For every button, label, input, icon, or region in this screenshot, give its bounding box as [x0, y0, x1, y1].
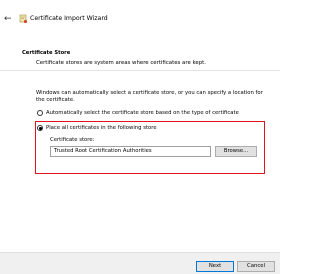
- page-header: Certificate Store Certificate stores are…: [0, 36, 280, 70]
- auto-select-radio[interactable]: [37, 110, 43, 116]
- next-button[interactable]: Next: [196, 261, 234, 272]
- browse-button[interactable]: Browse...: [215, 146, 257, 157]
- auto-select-label: Automatically select the certificate sto…: [46, 110, 239, 116]
- wizard-titlebar: ← Certificate Import Wizard: [0, 0, 280, 36]
- wizard-title: Certificate Import Wizard: [30, 15, 108, 22]
- certificate-wizard-icon: [19, 14, 28, 24]
- description-text: Windows can automatically select a certi…: [36, 90, 263, 103]
- page-subtitle: Certificate stores are system areas wher…: [36, 60, 206, 66]
- certificate-store-label: Certificate store:: [50, 137, 95, 143]
- page-title: Certificate Store: [22, 50, 71, 56]
- place-in-store-option[interactable]: Place all certificates in the following …: [37, 125, 157, 131]
- back-arrow-icon[interactable]: ←: [4, 14, 14, 24]
- header-divider: [0, 70, 280, 71]
- wizard-footer: Next Cancel: [0, 252, 280, 274]
- auto-select-option[interactable]: Automatically select the certificate sto…: [37, 110, 239, 116]
- place-in-store-radio[interactable]: [37, 125, 43, 131]
- cancel-button[interactable]: Cancel: [237, 261, 275, 272]
- place-in-store-label: Place all certificates in the following …: [46, 125, 157, 131]
- certificate-store-field[interactable]: Trusted Root Certification Authorities: [50, 146, 211, 157]
